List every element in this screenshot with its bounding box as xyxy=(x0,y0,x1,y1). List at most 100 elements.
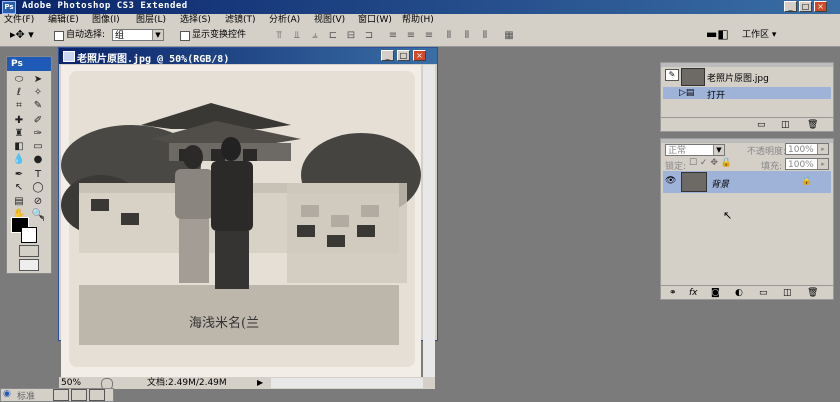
snapshot-name[interactable]: 老照片原图.jpg xyxy=(707,71,769,84)
snapshot-icon[interactable]: ◫ xyxy=(781,120,790,130)
menu-image[interactable]: 图像(I) xyxy=(92,14,120,26)
fill-input[interactable]: 100% ▸ xyxy=(785,158,829,170)
align-right-icon[interactable]: ⊐ xyxy=(362,30,376,42)
chevron-right-icon: ▸ xyxy=(817,144,828,154)
lasso-tool-icon[interactable]: ℓ xyxy=(10,87,28,99)
trash-icon[interactable]: 🗑 xyxy=(807,288,818,298)
app-title: Adobe Photoshop CS3 Extended xyxy=(22,1,188,11)
options-bar: ▸✥ ▾ 自动选择: 组 ▼ 显示变换控件 ▬◧ 工作区 ▾ xyxy=(0,26,840,47)
menu-analysis[interactable]: 分析(A) xyxy=(269,14,300,26)
auto-select-checkbox[interactable] xyxy=(54,31,64,41)
menu-window[interactable]: 窗口(W) xyxy=(358,14,392,26)
menu-view[interactable]: 视图(V) xyxy=(314,14,345,26)
document-title-bar[interactable]: 老照片原图.jpg @ 50%(RGB/8) _ □ × xyxy=(59,48,437,65)
palette-well-icon[interactable]: ▬◧ xyxy=(706,28,729,40)
eye-icon[interactable]: 👁 xyxy=(665,176,676,186)
lock-icons[interactable]: ☐ ✓ ✥ 🔒 xyxy=(689,158,732,168)
history-brush-source-icon[interactable]: ✎ xyxy=(665,69,679,81)
ime-icon[interactable]: ◉ xyxy=(3,389,11,399)
photo-caption: 海浅米名(兰 xyxy=(189,315,259,331)
chevron-down-icon: ▼ xyxy=(713,145,724,155)
menu-layer[interactable]: 图层(L) xyxy=(136,14,166,26)
document-window[interactable]: 老照片原图.jpg @ 50%(RGB/8) _ □ × 海浅米名(兰 50% … xyxy=(58,47,438,390)
adjustment-layer-icon[interactable]: ◐ xyxy=(735,288,743,298)
taskbar-button[interactable] xyxy=(53,389,69,401)
document-info: 文档:2.49M/2.49M xyxy=(147,378,227,388)
slice-tool-icon[interactable]: ✎ xyxy=(29,100,47,112)
new-layer-icon[interactable]: ◫ xyxy=(783,288,792,298)
move-tool-icon[interactable]: ▸✥ ▾ xyxy=(10,29,34,41)
doc-close-button[interactable]: × xyxy=(413,50,426,61)
panel-grip[interactable] xyxy=(661,63,833,67)
opacity-input[interactable]: 100% ▸ xyxy=(785,143,829,155)
maximize-button[interactable]: □ xyxy=(799,1,812,12)
swap-colors-icon[interactable]: ↰ xyxy=(33,213,51,225)
auto-align-icon[interactable]: ▦ xyxy=(502,30,516,42)
magic-wand-icon[interactable]: ✧ xyxy=(29,87,47,99)
distribute-right-icon[interactable]: ⦀ xyxy=(478,30,492,42)
canvas[interactable]: 海浅米名(兰 xyxy=(61,65,421,377)
trash-icon[interactable]: 🗑 xyxy=(807,120,818,130)
align-top-icon[interactable]: ⫪ xyxy=(272,30,286,42)
taskbar-button[interactable] xyxy=(71,389,87,401)
minimize-button[interactable]: _ xyxy=(784,1,797,12)
close-button[interactable]: × xyxy=(814,1,827,12)
doc-maximize-button[interactable]: □ xyxy=(397,50,410,61)
menu-help[interactable]: 帮助(H) xyxy=(402,14,434,26)
history-step-icon: ▷▤ xyxy=(679,88,695,98)
gradient-tool-icon[interactable]: ▭ xyxy=(29,141,47,153)
crop-tool-icon[interactable]: ⌗ xyxy=(10,100,28,112)
document-icon xyxy=(63,51,75,62)
blend-mode-dropdown[interactable]: 正常 ▼ xyxy=(665,144,725,156)
new-group-icon[interactable]: ▭ xyxy=(759,288,768,298)
brush-tool-icon[interactable]: ✐ xyxy=(29,115,47,127)
vertical-scrollbar[interactable] xyxy=(423,65,435,377)
type-tool-icon[interactable]: T xyxy=(29,169,47,181)
align-vcenter-icon[interactable]: ⫫ xyxy=(290,30,304,42)
distribute-top-icon[interactable]: ≡ xyxy=(386,30,400,42)
layer-name[interactable]: 背景 xyxy=(711,177,729,190)
status-arrow-icon[interactable]: ▶ xyxy=(257,377,263,389)
history-step-open[interactable]: 打开 xyxy=(707,88,725,101)
menu-file[interactable]: 文件(F) xyxy=(4,14,34,26)
workspace-button[interactable]: 工作区 ▾ xyxy=(742,29,776,41)
history-brush-icon[interactable]: ✑ xyxy=(29,128,47,140)
distribute-left-icon[interactable]: ⦀ xyxy=(442,30,456,42)
background-color-swatch[interactable] xyxy=(21,227,37,243)
quick-mask-icon[interactable] xyxy=(19,245,39,257)
pen-tool-icon[interactable]: ✒ xyxy=(10,169,28,181)
link-layers-icon[interactable]: ⚭ xyxy=(669,288,677,298)
doc-minimize-button[interactable]: _ xyxy=(381,50,394,61)
notes-tool-icon[interactable]: ▤ xyxy=(10,196,28,208)
layer-style-icon[interactable]: fx xyxy=(689,288,698,298)
ime-mode-label[interactable]: 标准 xyxy=(17,389,35,402)
layer-mask-icon[interactable]: ◙ xyxy=(711,288,720,298)
eraser-tool-icon[interactable]: ◧ xyxy=(10,141,28,153)
distribute-hcenter-icon[interactable]: ⦀ xyxy=(460,30,474,42)
dodge-tool-icon[interactable]: ● xyxy=(29,154,47,166)
distribute-vcenter-icon[interactable]: ≡ xyxy=(404,30,418,42)
chevron-right-icon: ▸ xyxy=(817,159,828,169)
shape-tool-icon[interactable]: ◯ xyxy=(29,182,47,194)
align-hcenter-icon[interactable]: ⊟ xyxy=(344,30,358,42)
opacity-label: 不透明度: xyxy=(747,147,787,157)
clone-stamp-icon[interactable]: ♜ xyxy=(10,128,28,140)
move-tool-icon[interactable]: ➤ xyxy=(29,74,47,86)
align-left-icon[interactable]: ⊏ xyxy=(326,30,340,42)
menu-filter[interactable]: 滤镜(T) xyxy=(225,14,256,26)
marquee-tool-icon[interactable]: ⬭ xyxy=(10,74,28,86)
auto-select-dropdown[interactable]: 组 ▼ xyxy=(112,29,164,41)
distribute-bottom-icon[interactable]: ≡ xyxy=(422,30,436,42)
align-bottom-icon[interactable]: ⫨ xyxy=(308,30,322,42)
new-document-icon[interactable]: ▭ xyxy=(757,120,766,130)
screen-mode-icon[interactable] xyxy=(19,259,39,271)
menu-edit[interactable]: 编辑(E) xyxy=(48,14,79,26)
show-transform-checkbox[interactable] xyxy=(180,31,190,41)
horizontal-scrollbar[interactable] xyxy=(271,378,423,388)
healing-brush-icon[interactable]: ✚ xyxy=(10,115,28,127)
path-selection-icon[interactable]: ↖ xyxy=(10,182,28,194)
eyedropper-icon[interactable]: ⊘ xyxy=(29,196,47,208)
taskbar-button[interactable] xyxy=(89,389,105,401)
menu-select[interactable]: 选择(S) xyxy=(180,14,211,26)
blur-tool-icon[interactable]: 💧 xyxy=(10,154,28,166)
